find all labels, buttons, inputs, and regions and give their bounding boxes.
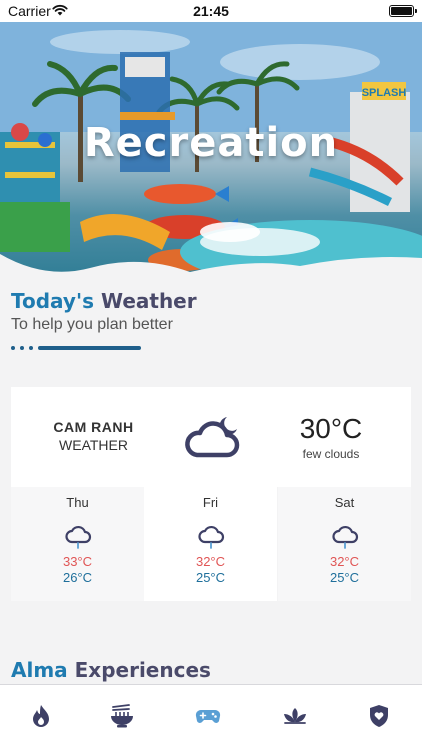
current-temperature: 30°C (299, 413, 363, 444)
status-bar: Carrier 21:45 (0, 0, 422, 22)
progress-bar-active (38, 346, 141, 350)
clock: 21:45 (193, 3, 229, 19)
forecast-day-name: Fri (202, 495, 219, 510)
progress-dot (20, 346, 24, 350)
weather-heading-accent: Today's (11, 289, 94, 313)
experiences-heading: Alma Experiences (11, 658, 211, 682)
forecast-low: 25°C (195, 570, 226, 585)
forecast-high: 32°C (195, 554, 226, 569)
tab-dining[interactable] (102, 701, 142, 731)
rain-cloud-icon (64, 525, 91, 549)
weather-heading: Today's Weather (11, 289, 197, 313)
rain-cloud-icon (331, 525, 358, 549)
current-weather-card: CAM RANH WEATHER 30°C few clouds (11, 387, 411, 487)
svg-text:SPLASH: SPLASH (362, 87, 407, 99)
tab-bar (0, 684, 422, 750)
battery-icon (389, 5, 417, 17)
weather-subheading: To help you plan better (11, 316, 173, 333)
tab-games[interactable] (188, 701, 228, 731)
city-name: CAM RANH (53, 419, 134, 435)
flame-icon (33, 705, 49, 727)
tab-wellness[interactable] (275, 701, 315, 731)
forecast-day: Fri 32°C 25°C (144, 487, 277, 601)
forecast-low: 26°C (62, 570, 93, 585)
city-weather-label: WEATHER (59, 437, 128, 453)
cloud-moon-icon (185, 417, 240, 458)
forecast-day: Thu 33°C 26°C (11, 487, 144, 601)
tab-flame[interactable] (21, 701, 61, 731)
forecast-day-name: Thu (66, 495, 89, 510)
experiences-heading-rest: Experiences (74, 658, 211, 682)
forecast-high: 32°C (329, 554, 360, 569)
experiences-heading-accent: Alma (11, 658, 68, 682)
weather-heading-rest: Weather (100, 289, 197, 313)
forecast-low: 25°C (329, 570, 360, 585)
lotus-icon (284, 708, 306, 724)
shield-heart-icon (370, 705, 388, 727)
section-progress-indicator (11, 346, 141, 350)
hero-title: Recreation (83, 120, 339, 166)
tab-care[interactable] (359, 701, 399, 731)
hero-banner: SPLASH Recreation (0, 22, 422, 280)
city-block: CAM RANH WEATHER (41, 419, 146, 453)
progress-dot (29, 346, 33, 350)
forecast-high: 33°C (62, 554, 93, 569)
current-condition: few clouds (302, 447, 360, 461)
forecast-day: Sat 32°C 25°C (278, 487, 411, 601)
gamepad-icon (195, 709, 221, 723)
noodle-bowl-icon (111, 704, 133, 728)
rain-cloud-icon (197, 525, 224, 549)
forecast-day-name: Sat (334, 495, 355, 510)
progress-dot (11, 346, 15, 350)
